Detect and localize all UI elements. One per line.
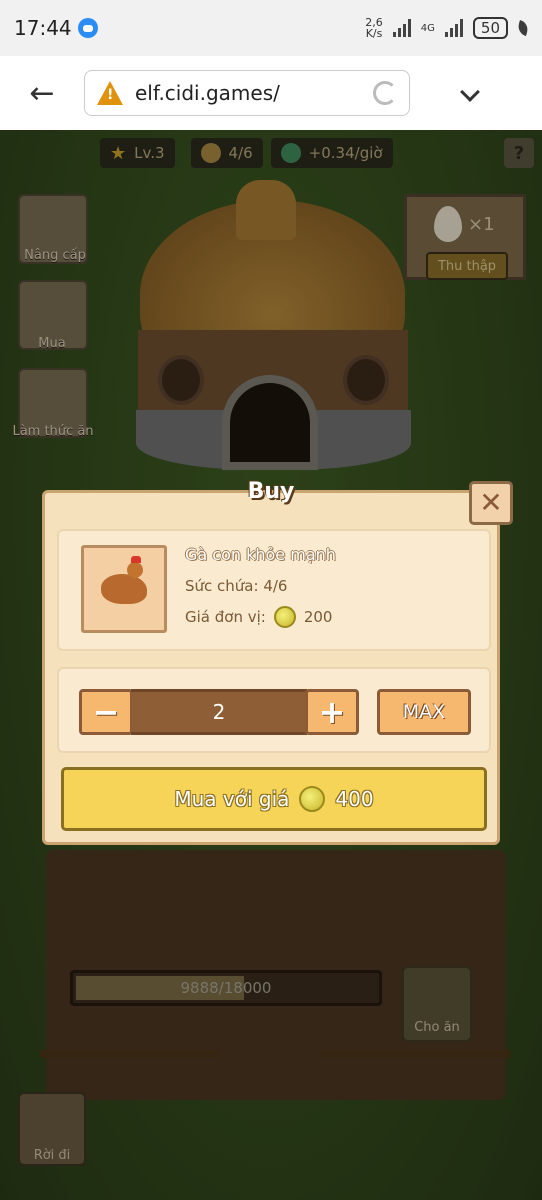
chicken-image (81, 545, 167, 633)
battery-icon: 50 (472, 17, 508, 39)
buy-total-value: 400 (335, 787, 374, 811)
increase-quantity-button[interactable]: + (305, 689, 359, 735)
max-quantity-button[interactable]: MAX (377, 689, 471, 735)
network-speed-unit: K/s (365, 27, 383, 40)
leaf-icon (516, 19, 530, 37)
reload-icon[interactable] (373, 81, 397, 105)
address-bar[interactable]: ! elf.cidi.games/ (84, 70, 410, 116)
close-button[interactable]: ✕ (469, 481, 513, 525)
status-bar: 17:44 2,6 K/s 4G 50 (0, 0, 542, 56)
quantity-card: − 2 + MAX (57, 667, 491, 753)
chick-icon (101, 556, 147, 604)
lte-label: 4G (420, 22, 435, 34)
message-notification-icon (77, 18, 98, 38)
decrease-quantity-button[interactable]: − (79, 689, 133, 735)
unit-price-label: Giá đơn vị: (185, 608, 266, 626)
network-speed: 2,6 K/s (365, 17, 383, 39)
warning-icon[interactable]: ! (97, 81, 123, 105)
unit-price-value: 200 (303, 608, 333, 626)
url-text[interactable]: elf.cidi.games/ (135, 81, 373, 105)
status-time: 17:44 (14, 16, 72, 40)
status-icons: 2,6 K/s 4G 50 (365, 17, 530, 39)
coin-icon (273, 606, 296, 628)
product-capacity-text: Sức chứa: 4/6 (185, 577, 288, 595)
product-name: Gà con khỏe mạnh (185, 545, 336, 564)
battery-level: 50 (480, 19, 500, 37)
browser-toolbar: ← ! elf.cidi.games/ (0, 56, 542, 130)
product-unit-price: Giá đơn vị: 200 (185, 606, 332, 628)
back-arrow-icon[interactable]: ← (0, 76, 84, 111)
close-icon: ✕ (479, 486, 503, 519)
coin-icon (299, 786, 326, 812)
signal-icon-2 (444, 19, 463, 37)
buy-button-label: Mua với giá (174, 787, 290, 811)
signal-icon (392, 19, 411, 37)
product-card: Gà con khỏe mạnh Sức chứa: 4/6 Giá đơn v… (57, 529, 491, 651)
dialog-title: Buy (247, 479, 295, 504)
buy-dialog: Buy ✕ Gà con khỏe mạnh Sức chứa: 4/6 Giá… (42, 479, 513, 845)
buy-confirm-button[interactable]: Mua với giá 400 (61, 767, 487, 831)
quantity-value[interactable]: 2 (131, 689, 307, 735)
product-capacity: Sức chứa: 4/6 (185, 577, 287, 595)
chevron-down-icon[interactable] (410, 81, 530, 103)
